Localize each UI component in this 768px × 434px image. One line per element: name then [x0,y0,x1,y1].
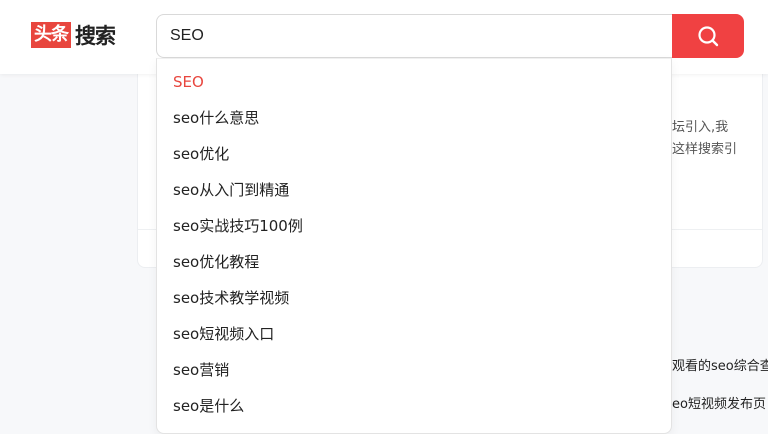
result-title-text[interactable]: eo短视频发布页 [672,393,768,413]
suggestion-dropdown: SEO seo什么意思 seo优化 seo从入门到精通 seo实战技巧100例 … [156,58,672,434]
suggestion-item[interactable]: seo从入门到精通 [157,172,671,208]
suggestion-item[interactable]: seo优化教程 [157,244,671,280]
search-input[interactable] [170,15,650,57]
suggestion-item[interactable]: seo营销 [157,352,671,388]
search-icon [698,26,719,47]
result-snippet-text: 坛引入,我 [672,120,729,135]
suggestion-item[interactable]: seo是什么 [157,388,671,424]
logo-text: 搜索 [75,24,116,48]
search-button[interactable] [672,14,744,58]
logo-badge: 头条 [31,22,71,48]
result-snippet-text: 这样搜索引 [672,142,738,157]
search-box [156,14,672,58]
toutiao-search-logo[interactable]: 头条 搜索 [31,22,116,48]
suggestion-item[interactable]: seo短视频入口 [157,316,671,352]
suggestion-item[interactable]: seo什么意思 [157,100,671,136]
suggestion-item[interactable]: seo技术教学视频 [157,280,671,316]
suggestion-item[interactable]: seo优化 [157,136,671,172]
suggestion-item[interactable]: SEO [157,64,671,100]
suggestion-item[interactable]: seo实战技巧100例 [157,208,671,244]
result-title-text[interactable]: 观看的seo综合查 [672,355,768,375]
